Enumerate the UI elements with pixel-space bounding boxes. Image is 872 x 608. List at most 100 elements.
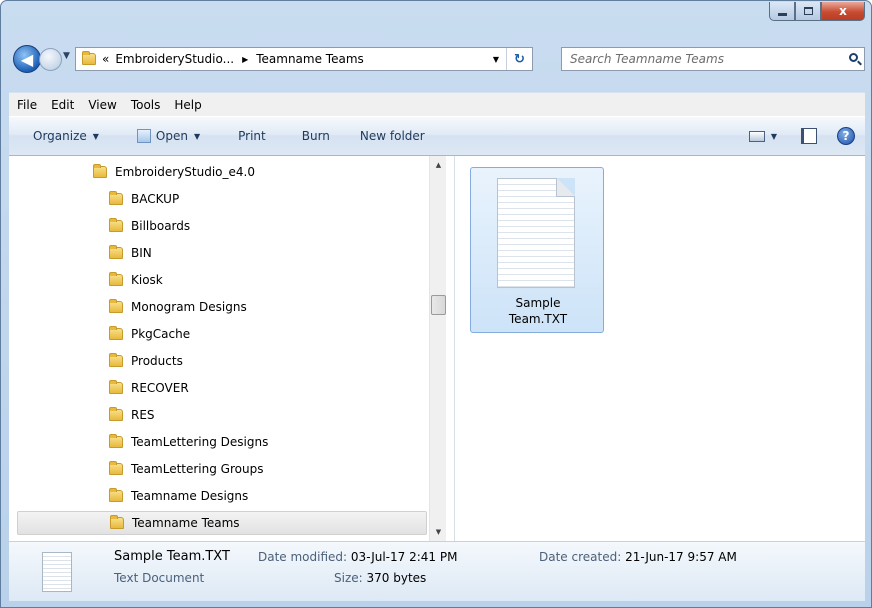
- tree-item-teamname-designs[interactable]: Teamname Designs: [109, 484, 248, 508]
- menu-edit[interactable]: Edit: [44, 98, 81, 112]
- tree-item-embroiderystudio[interactable]: EmbroideryStudio_e4.0: [93, 160, 255, 184]
- breadcrumb-teamname-teams[interactable]: Teamname Teams: [256, 52, 364, 66]
- maximize-button[interactable]: [795, 2, 821, 21]
- details-pane: Sample Team.TXT Text Document Date modif…: [9, 541, 865, 601]
- tree-item-billboards[interactable]: Billboards: [109, 214, 190, 238]
- close-button[interactable]: x: [821, 2, 865, 21]
- menu-file[interactable]: File: [9, 98, 44, 112]
- folder-icon: [109, 326, 123, 340]
- size-label: Size:: [334, 571, 363, 585]
- burn-label: Burn: [301, 129, 330, 143]
- menu-tools[interactable]: Tools: [124, 98, 168, 112]
- tree-item-products[interactable]: Products: [109, 349, 183, 373]
- tree-item-pkgcache[interactable]: PkgCache: [109, 322, 190, 346]
- tree-item-label: BACKUP: [131, 192, 180, 206]
- folder-icon: [82, 51, 96, 65]
- tree-item-teamlettering-designs[interactable]: TeamLettering Designs: [109, 430, 268, 454]
- menu-help[interactable]: Help: [167, 98, 208, 112]
- breadcrumb-embroiderystudio[interactable]: EmbroideryStudio...: [115, 52, 234, 66]
- tree-item-label: RES: [131, 408, 155, 422]
- recent-pages-dropdown[interactable]: ▼: [63, 51, 70, 61]
- date-modified-label: Date modified:: [258, 550, 348, 564]
- scroll-down-icon[interactable]: ▼: [430, 528, 447, 536]
- tree-item-monogram-designs[interactable]: Monogram Designs: [109, 295, 247, 319]
- file-name-line1: Sample: [515, 296, 561, 310]
- preview-pane-icon[interactable]: [801, 128, 817, 144]
- tree-item-teamname-teams[interactable]: Teamname Teams: [17, 511, 427, 535]
- details-date-created: Date created: 21-Jun-17 9:57 AM: [539, 550, 737, 564]
- tree-item-backup[interactable]: BACKUP: [109, 187, 179, 211]
- chevron-down-icon: ▼: [92, 131, 99, 141]
- details-size: Size: 370 bytes: [334, 571, 426, 585]
- tree-item-label: Teamname Designs: [131, 489, 249, 503]
- search-input[interactable]: Search Teamname Teams: [570, 52, 842, 66]
- search-box[interactable]: Search Teamname Teams: [561, 47, 865, 71]
- tree-item-kiosk[interactable]: Kiosk: [109, 268, 163, 292]
- refresh-icon: ↻: [514, 51, 525, 67]
- address-dropdown-icon[interactable]: ▼: [486, 55, 506, 64]
- text-document-icon: [42, 552, 72, 592]
- organize-label: Organize: [33, 129, 87, 143]
- minimize-button[interactable]: [769, 2, 795, 21]
- address-bar[interactable]: « EmbroideryStudio... ▶ Teamname Teams ▼…: [75, 47, 533, 71]
- navigation-row: ◀ ▼ « EmbroideryStudio... ▶ Teamname Tea…: [13, 45, 865, 73]
- search-icon[interactable]: [842, 52, 864, 64]
- explorer-window: x ◀ ▼ « EmbroideryStudio... ▶ Teamname T…: [0, 0, 872, 608]
- folder-icon: [110, 515, 124, 529]
- tree-item-label: Teamname Teams: [132, 516, 240, 530]
- scroll-up-icon[interactable]: ▲: [430, 161, 447, 169]
- command-bar: Organize ▼ Open ▼ Print Burn New folder …: [9, 116, 865, 156]
- tree-item-label: TeamLettering Groups: [131, 462, 264, 476]
- folder-icon: [109, 245, 123, 259]
- tree-item-res[interactable]: RES: [109, 403, 155, 427]
- details-file-type: Text Document: [114, 571, 205, 585]
- date-modified-value: 03-Jul-17 2:41 PM: [350, 550, 458, 564]
- maximize-icon: [803, 7, 813, 15]
- file-item-sample-team[interactable]: Sample Team.TXT: [470, 167, 604, 333]
- notepad-icon: [136, 129, 151, 143]
- new-folder-button[interactable]: New folder: [350, 129, 435, 143]
- file-name-line2: Team.TXT: [508, 312, 568, 326]
- file-list: Sample Team.TXT: [456, 156, 865, 541]
- print-button[interactable]: Print: [228, 129, 276, 143]
- forward-button[interactable]: [39, 48, 62, 71]
- breadcrumb-overflow[interactable]: «: [102, 52, 109, 66]
- chevron-down-icon: ▼: [193, 131, 201, 141]
- size-value: 370 bytes: [366, 571, 427, 585]
- folder-icon: [109, 380, 123, 394]
- tree-item-label: BIN: [131, 246, 152, 260]
- folder-tree: EmbroideryStudio_e4.0 BACKUP Billboards …: [9, 156, 429, 541]
- back-button[interactable]: ◀: [13, 45, 41, 73]
- close-icon: x: [839, 4, 847, 18]
- organize-button[interactable]: Organize ▼: [9, 129, 109, 143]
- tree-item-label: PkgCache: [131, 327, 191, 341]
- folder-icon: [109, 434, 123, 448]
- tree-item-label: RECOVER: [131, 381, 189, 395]
- folder-icon: [109, 272, 123, 286]
- print-label: Print: [238, 129, 266, 143]
- refresh-button[interactable]: ↻: [506, 48, 532, 70]
- burn-button[interactable]: Burn: [292, 129, 340, 143]
- new-folder-label: New folder: [359, 129, 425, 143]
- menu-bar: File Edit View Tools Help: [9, 92, 865, 116]
- file-name: Sample Team.TXT: [471, 295, 605, 327]
- tree-item-bin[interactable]: BIN: [109, 241, 152, 265]
- open-button[interactable]: Open ▼: [127, 129, 210, 143]
- tree-item-label: EmbroideryStudio_e4.0: [115, 165, 255, 179]
- folder-icon: [109, 191, 123, 205]
- help-icon[interactable]: ?: [837, 127, 855, 145]
- folder-icon: [109, 353, 123, 367]
- scroll-thumb[interactable]: [431, 295, 446, 315]
- content-area: EmbroideryStudio_e4.0 BACKUP Billboards …: [9, 156, 865, 541]
- tree-scrollbar[interactable]: ▲ ▼: [429, 156, 446, 541]
- view-options-dropdown[interactable]: ▼: [771, 132, 777, 141]
- folder-icon: [109, 299, 123, 313]
- tree-item-recover[interactable]: RECOVER: [109, 376, 189, 400]
- tree-item-label: Kiosk: [131, 273, 163, 287]
- breadcrumb-separator-icon[interactable]: ▶: [242, 55, 248, 64]
- folder-icon: [109, 488, 123, 502]
- change-view-icon[interactable]: [748, 130, 765, 142]
- open-label: Open: [155, 129, 188, 143]
- tree-item-teamlettering-groups[interactable]: TeamLettering Groups: [109, 457, 263, 481]
- menu-view[interactable]: View: [81, 98, 123, 112]
